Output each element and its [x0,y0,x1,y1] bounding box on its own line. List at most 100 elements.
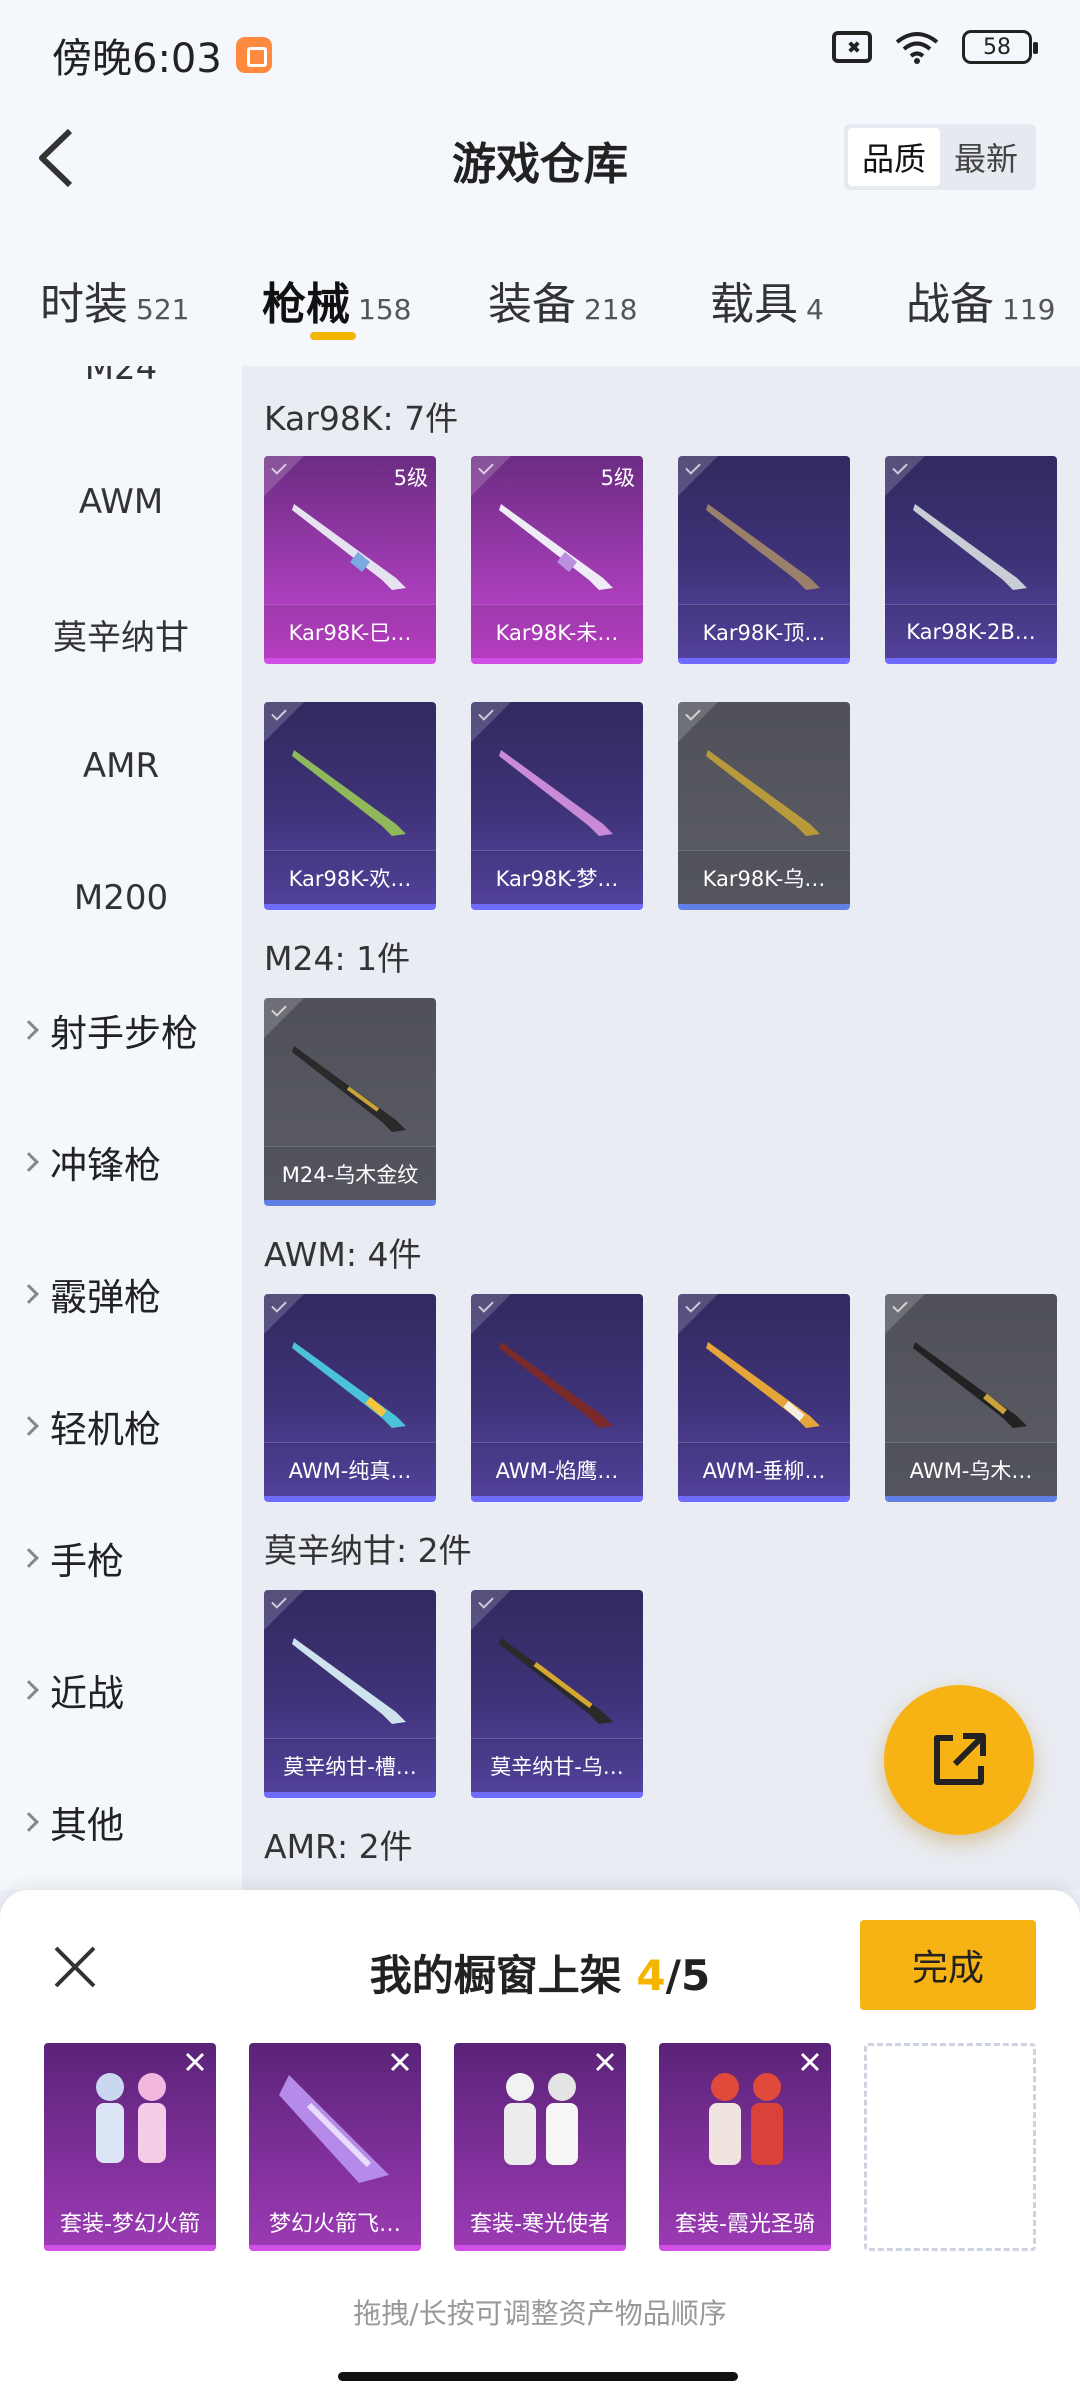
weapon-name: 莫辛纳甘-乌… [471,1738,643,1792]
sidebar-group-pistol[interactable]: 手枪 [19,1518,124,1598]
sidebar-group-label: 手枪 [50,1540,124,1583]
level-badge: 5级 [393,466,428,490]
rifle-icon [292,504,406,590]
weapon-card[interactable]: 5级 Kar98K-未… [471,456,643,664]
outfit-icon [96,2073,166,2163]
select-check-icon[interactable] [471,1590,511,1630]
select-check-icon[interactable] [264,998,304,1038]
select-check-icon[interactable] [678,456,718,496]
chevron-right-icon [19,1284,39,1304]
rifle-icon [706,750,820,836]
select-check-icon[interactable] [471,456,511,496]
outfit-icon [709,2073,783,2165]
home-indicator[interactable] [338,2372,738,2381]
sniper-rifle-icon [292,1342,406,1428]
chevron-right-icon [19,1548,39,1568]
weapon-card[interactable]: Kar98K-乌… [678,702,850,910]
showcase-slot[interactable]: 套装-霞光圣骑 [659,2043,831,2251]
rifle-icon [499,504,613,590]
select-check-icon[interactable] [471,1294,511,1334]
sidebar-group-smg[interactable]: 冲锋枪 [19,1122,161,1202]
sidebar-group-label: 轻机枪 [50,1408,161,1451]
section-title-m24: M24: 1件 [264,939,411,978]
tab-label: 战备 [906,279,994,330]
outfit-icon [504,2073,578,2165]
share-button[interactable] [884,1685,1034,1835]
showcase-title-text: 我的橱窗上架 [369,1951,622,2000]
rifle-icon [499,1638,613,1724]
weapon-card[interactable]: Kar98K-梦… [471,702,643,910]
weapon-name: AWM-焰鹰… [471,1442,643,1496]
weapon-category-sidebar: M24 AWM 莫辛纳甘 AMR M200 射手步枪 冲锋枪 霰弹枪 轻机枪 手… [0,366,242,1890]
weapon-card[interactable]: Kar98K-顶… [678,456,850,664]
select-check-icon[interactable] [264,1590,304,1630]
showcase-sheet: 我的橱窗上架 4/5 完成 套装-梦幻火箭 梦幻火箭飞… 套装-寒光使者 套装-… [0,1890,1080,2400]
weapon-card[interactable]: M24-乌木金纹 [264,998,436,1206]
weapon-card[interactable]: 莫辛纳甘-槽… [264,1590,436,1798]
chevron-right-icon [19,1680,39,1700]
select-check-icon[interactable] [264,702,304,742]
tab-vehicles[interactable]: 载具 4 [710,268,824,332]
showcase-empty-slot[interactable] [864,2043,1036,2251]
section-title-amr: AMR: 2件 [264,1827,413,1866]
header: 游戏仓库 品质 最新 [0,100,1080,220]
section-title-kar98k: Kar98K: 7件 [264,399,459,438]
rifle-icon [292,1638,406,1724]
sidebar-item-m24[interactable]: M24 [0,366,242,408]
tab-guns[interactable]: 枪械 158 [262,268,411,332]
select-check-icon[interactable] [678,1294,718,1334]
weapon-name: AWM-乌木… [885,1442,1057,1496]
sort-quality-button[interactable]: 品质 [848,128,940,186]
tab-fashion[interactable]: 时装 521 [40,268,189,332]
select-check-icon[interactable] [264,1294,304,1334]
sidebar-item-awm[interactable]: AWM [0,462,242,542]
weapon-name: Kar98K-欢… [264,850,436,904]
sniper-rifle-icon [913,1342,1027,1428]
tab-count: 119 [1002,293,1056,326]
sidebar-group-label: 射手步枪 [50,1012,198,1055]
weapon-card[interactable]: 莫辛纳甘-乌… [471,1590,643,1798]
select-check-icon[interactable] [678,702,718,742]
done-button[interactable]: 完成 [860,1920,1036,2010]
select-check-icon[interactable] [885,456,925,496]
select-check-icon[interactable] [885,1294,925,1334]
weapon-name: Kar98K-乌… [678,850,850,904]
select-check-icon[interactable] [471,702,511,742]
weapon-grid: Kar98K: 7件 5级 Kar98K-巳… 5级 Kar98K-未… Kar… [242,366,1080,1890]
tab-gear[interactable]: 战备 119 [906,268,1055,332]
weapon-name: Kar98K-顶… [678,604,850,658]
weapon-card[interactable]: Kar98K-2B… [885,456,1057,664]
sidebar-group-melee[interactable]: 近战 [19,1650,124,1730]
tab-count: 158 [358,293,412,326]
weapon-name: Kar98K-未… [471,604,643,658]
sidebar-item-amr[interactable]: AMR [0,726,242,806]
sidebar-group-other[interactable]: 其他 [19,1782,124,1862]
showcase-slot[interactable]: 套装-寒光使者 [454,2043,626,2251]
sidebar-group-shotgun[interactable]: 霰弹枪 [19,1254,161,1334]
sort-newest-button[interactable]: 最新 [940,128,1032,186]
select-check-icon[interactable] [264,456,304,496]
rifle-icon [499,750,613,836]
sidebar-group-label: 其他 [50,1804,124,1847]
rifle-icon [913,504,1027,590]
tab-equipment[interactable]: 装备 218 [488,268,637,332]
weapon-card[interactable]: Kar98K-欢… [264,702,436,910]
tab-count: 521 [136,293,190,326]
reorder-hint: 拖拽/长按可调整资产物品顺序 [353,2297,727,2330]
weapon-card[interactable]: AWM-焰鹰… [471,1294,643,1502]
weapon-card[interactable]: 5级 Kar98K-巳… [264,456,436,664]
sidebar-group-marksman-rifle[interactable]: 射手步枪 [19,990,198,1070]
tab-label: 枪械 [262,279,350,330]
weapon-card[interactable]: AWM-纯真… [264,1294,436,1502]
sort-toggle[interactable]: 品质 最新 [844,124,1036,190]
rifle-icon [292,1046,406,1132]
showcase-slot[interactable]: 梦幻火箭飞… [249,2043,421,2251]
weapon-card[interactable]: AWM-垂柳… [678,1294,850,1502]
active-tab-indicator [310,332,356,340]
clock: 傍晚6:03 [52,36,222,82]
weapon-card[interactable]: AWM-乌木… [885,1294,1057,1502]
sidebar-item-mosin[interactable]: 莫辛纳甘 [0,594,242,674]
showcase-slot[interactable]: 套装-梦幻火箭 [44,2043,216,2251]
sidebar-group-lmg[interactable]: 轻机枪 [19,1386,161,1466]
sidebar-item-m200[interactable]: M200 [0,858,242,938]
